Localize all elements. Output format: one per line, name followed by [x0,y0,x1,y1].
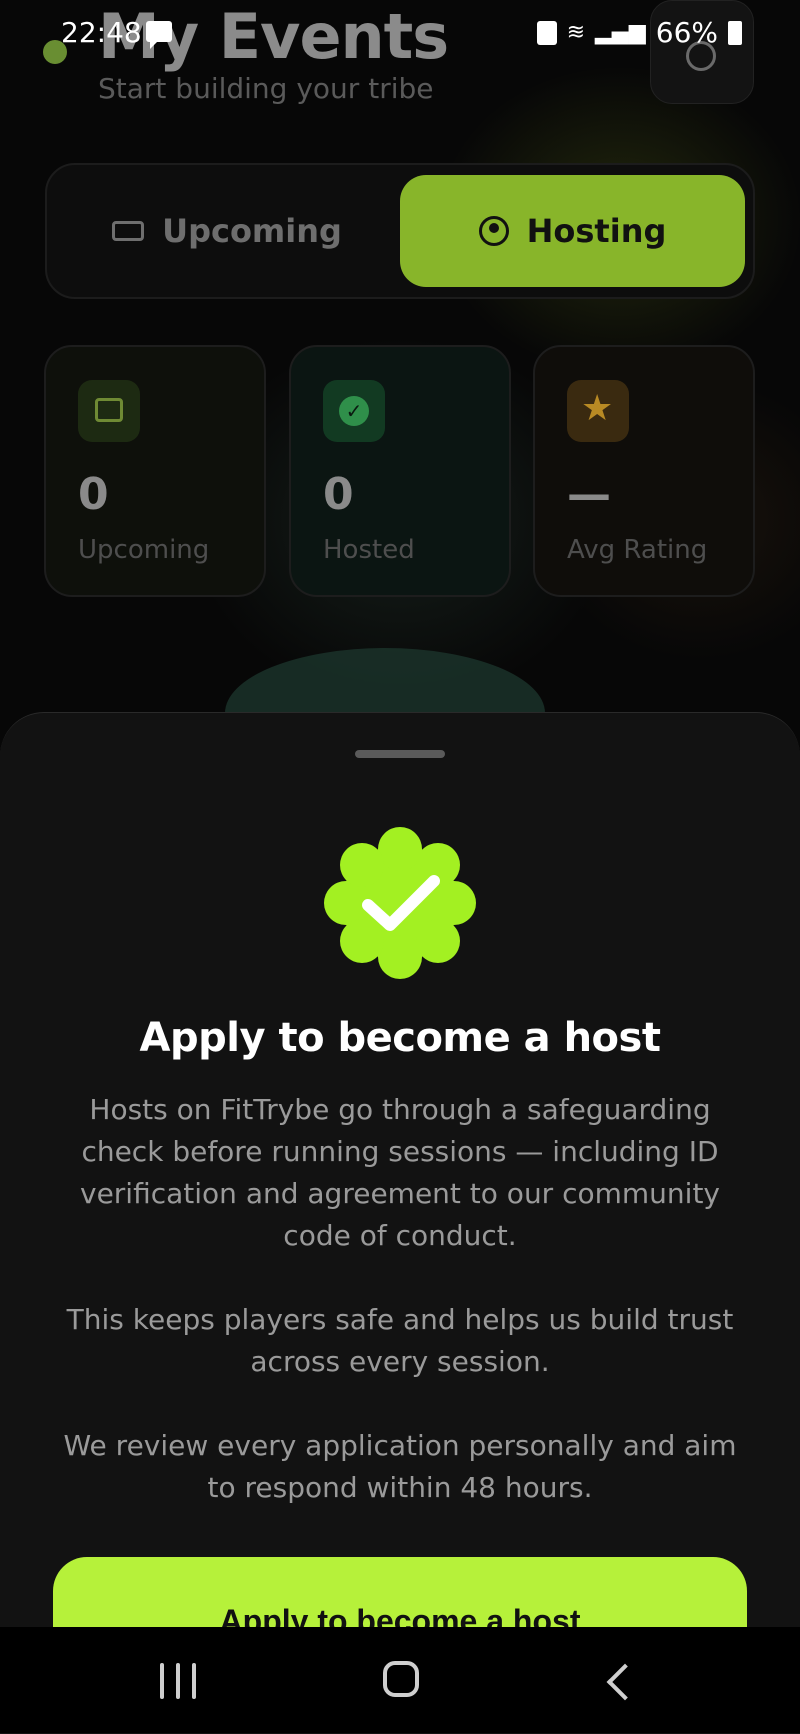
home-icon[interactable] [383,1661,419,1697]
tab-upcoming-label: Upcoming [162,212,342,250]
tab-upcoming[interactable]: Upcoming [57,175,397,287]
battery-saver-icon [536,20,557,45]
check-circle-icon: ✓ [339,396,369,426]
message-notification-icon [146,21,172,49]
stat-value: — [567,469,611,520]
status-time: 22:48 [61,16,142,49]
status-bar: 22:48 ≋ ▂▄▆ 66% [0,0,800,68]
sheet-drag-handle[interactable] [355,750,445,758]
sheet-paragraph: Hosts on FitTrybe go through a safeguard… [80,1093,720,1252]
calendar-icon [95,398,123,422]
stat-card-avg-rating: ★ — Avg Rating [533,345,755,597]
status-right: ≋ ▂▄▆ 66% [536,16,742,49]
tab-hosting-label: Hosting [526,212,667,250]
wifi-icon: ≋ [566,20,585,45]
stat-value: 0 [323,469,354,520]
page-subtitle: Start building your tribe [98,72,434,105]
stat-value: 0 [78,469,109,520]
battery-icon [728,20,742,45]
back-icon[interactable] [606,1663,644,1701]
event-tabs: Upcoming Hosting [45,163,755,299]
star-icon: ★ [581,388,614,429]
host-application-sheet: Apply to become a host Hosts on FitTrybe… [0,712,800,1734]
stat-label: Hosted [323,535,415,565]
battery-percent: 66% [655,16,718,49]
stat-label: Upcoming [78,535,210,565]
stat-label: Avg Rating [567,535,708,565]
person-circle-icon [478,216,509,246]
sheet-paragraph: We review every application personally a… [63,1429,737,1504]
ticket-icon [112,221,145,241]
sheet-paragraph: This keeps players safe and helps us bui… [66,1303,734,1378]
signal-icon: ▂▄▆ [595,20,646,45]
stat-icon-wrap: ★ [567,380,629,442]
stat-card-upcoming: 0 Upcoming [44,345,266,597]
tab-hosting[interactable]: Hosting [400,175,745,287]
sheet-title: Apply to become a host [139,1015,661,1061]
system-nav-bar [0,1627,800,1733]
stat-icon-wrap [78,380,140,442]
stat-icon-wrap: ✓ [323,380,385,442]
verified-badge-icon [324,827,476,979]
stat-card-hosted: ✓ 0 Hosted [289,345,511,597]
recent-apps-icon[interactable] [160,1663,196,1699]
